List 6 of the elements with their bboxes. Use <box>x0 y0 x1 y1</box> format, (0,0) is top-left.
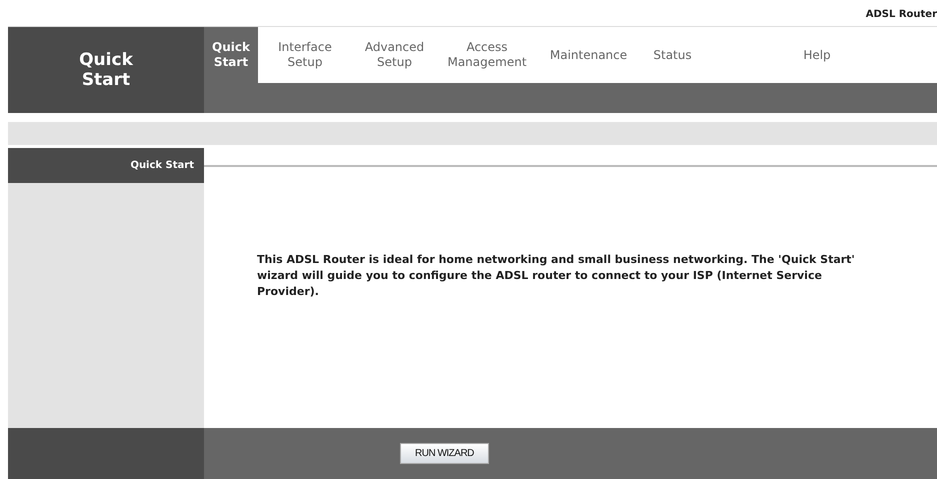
description-text: This ADSL Router is ideal for home networking and small business networking. The 'Quick Start' wizard will guide you to configure the ADSL router to connect to your ISP (Internet Service Provider). <box>257 252 856 300</box>
brand-label: ADSL Router <box>866 8 937 20</box>
section-label: Quick Start <box>8 148 204 183</box>
nav-tab[interactable]: Quick Start <box>204 27 258 83</box>
page-title: Quick Start <box>78 50 134 90</box>
run-wizard-button[interactable]: RUN WIZARD <box>400 443 489 464</box>
